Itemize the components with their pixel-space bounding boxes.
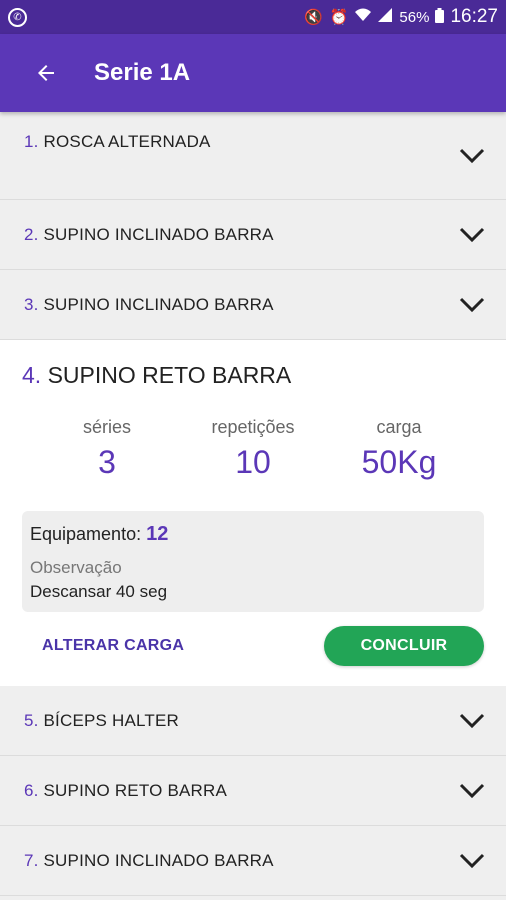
- exercise-item[interactable]: 2. SUPINO INCLINADO BARRA: [0, 200, 506, 270]
- clock: 16:27: [450, 6, 498, 27]
- battery-icon: [435, 7, 445, 28]
- observation-label: Observação: [30, 558, 122, 577]
- app-bar: Serie 1A: [0, 34, 506, 112]
- stat-load: carga 50Kg: [361, 417, 437, 480]
- exercise-item[interactable]: 7. SUPINO INCLINADO BARRA: [0, 826, 506, 896]
- chevron-down-icon[interactable]: [458, 707, 486, 735]
- chevron-down-icon[interactable]: [458, 847, 486, 875]
- exercise-title: 3. SUPINO INCLINADO BARRA: [24, 294, 274, 314]
- exercise-item[interactable]: 1. ROSCA ALTERNADA: [0, 112, 506, 200]
- equipment-value: 12: [146, 523, 169, 545]
- exercise-title: 6. SUPINO RETO BARRA: [24, 780, 228, 800]
- stat-series: séries 3: [82, 417, 131, 480]
- chevron-down-icon[interactable]: [458, 777, 486, 805]
- signal-icon: [378, 8, 393, 26]
- exercise-stats: séries 3 repetições 10 carga 50Kg: [22, 417, 484, 481]
- exercise-item[interactable]: 5. BÍCEPS HALTER: [0, 686, 506, 756]
- alter-load-button[interactable]: ALTERAR CARGA: [22, 629, 204, 663]
- chevron-down-icon[interactable]: [458, 291, 486, 319]
- equipment-row: Equipamento: 12: [30, 523, 169, 545]
- status-bar: ✆ 🔇 ⏰ 56% 16:27: [0, 0, 506, 34]
- conclude-button[interactable]: CONCLUIR: [324, 626, 484, 666]
- arrow-back-icon: [38, 65, 54, 81]
- exercise-title: 2. SUPINO INCLINADO BARRA: [24, 224, 274, 244]
- page-title: Serie 1A: [94, 59, 191, 86]
- mute-icon: 🔇: [304, 9, 323, 26]
- whatsapp-icon: ✆: [8, 7, 27, 27]
- stat-repetitions: repetições 10: [211, 417, 295, 480]
- battery-percent: 56%: [399, 8, 430, 26]
- exercise-title: 1. ROSCA ALTERNADA: [24, 132, 211, 151]
- exercise-list: 1. ROSCA ALTERNADA 2. SUPINO INCLINADO B…: [0, 112, 506, 896]
- info-box: Equipamento: 12 Observação Descansar 40 …: [22, 511, 484, 612]
- exercise-title: 7. SUPINO INCLINADO BARRA: [24, 850, 274, 870]
- observation-text: Descansar 40 seg: [30, 582, 168, 601]
- wifi-icon: [355, 8, 372, 26]
- actions: ALTERAR CARGA CONCLUIR: [22, 626, 484, 666]
- exercise-item-expanded: 4. SUPINO RETO BARRA séries 3 repetições…: [0, 340, 506, 686]
- alarm-icon: ⏰: [329, 9, 349, 26]
- back-button[interactable]: [18, 45, 74, 101]
- exercise-item[interactable]: 6. SUPINO RETO BARRA: [0, 756, 506, 826]
- chevron-down-icon[interactable]: [458, 221, 486, 249]
- exercise-item[interactable]: 3. SUPINO INCLINADO BARRA: [0, 270, 506, 340]
- exercise-title: 4. SUPINO RETO BARRA: [22, 362, 292, 388]
- chevron-down-icon[interactable]: [458, 142, 486, 170]
- exercise-title: 5. BÍCEPS HALTER: [24, 710, 180, 730]
